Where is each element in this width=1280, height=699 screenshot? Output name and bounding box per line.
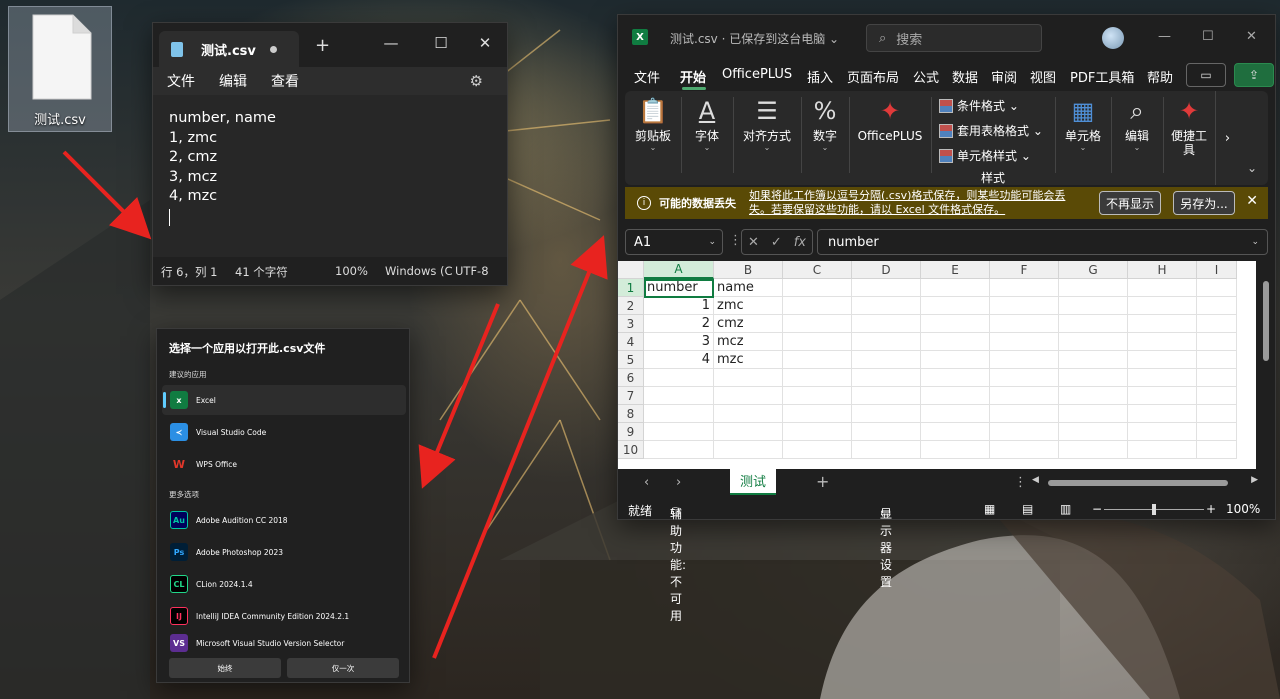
annotation-arrows xyxy=(62,150,608,659)
arrow-dialog-to-excel xyxy=(432,235,608,659)
arrow-file-to-notepad xyxy=(62,150,152,240)
arrow-notepad-to-dialog xyxy=(418,303,500,489)
